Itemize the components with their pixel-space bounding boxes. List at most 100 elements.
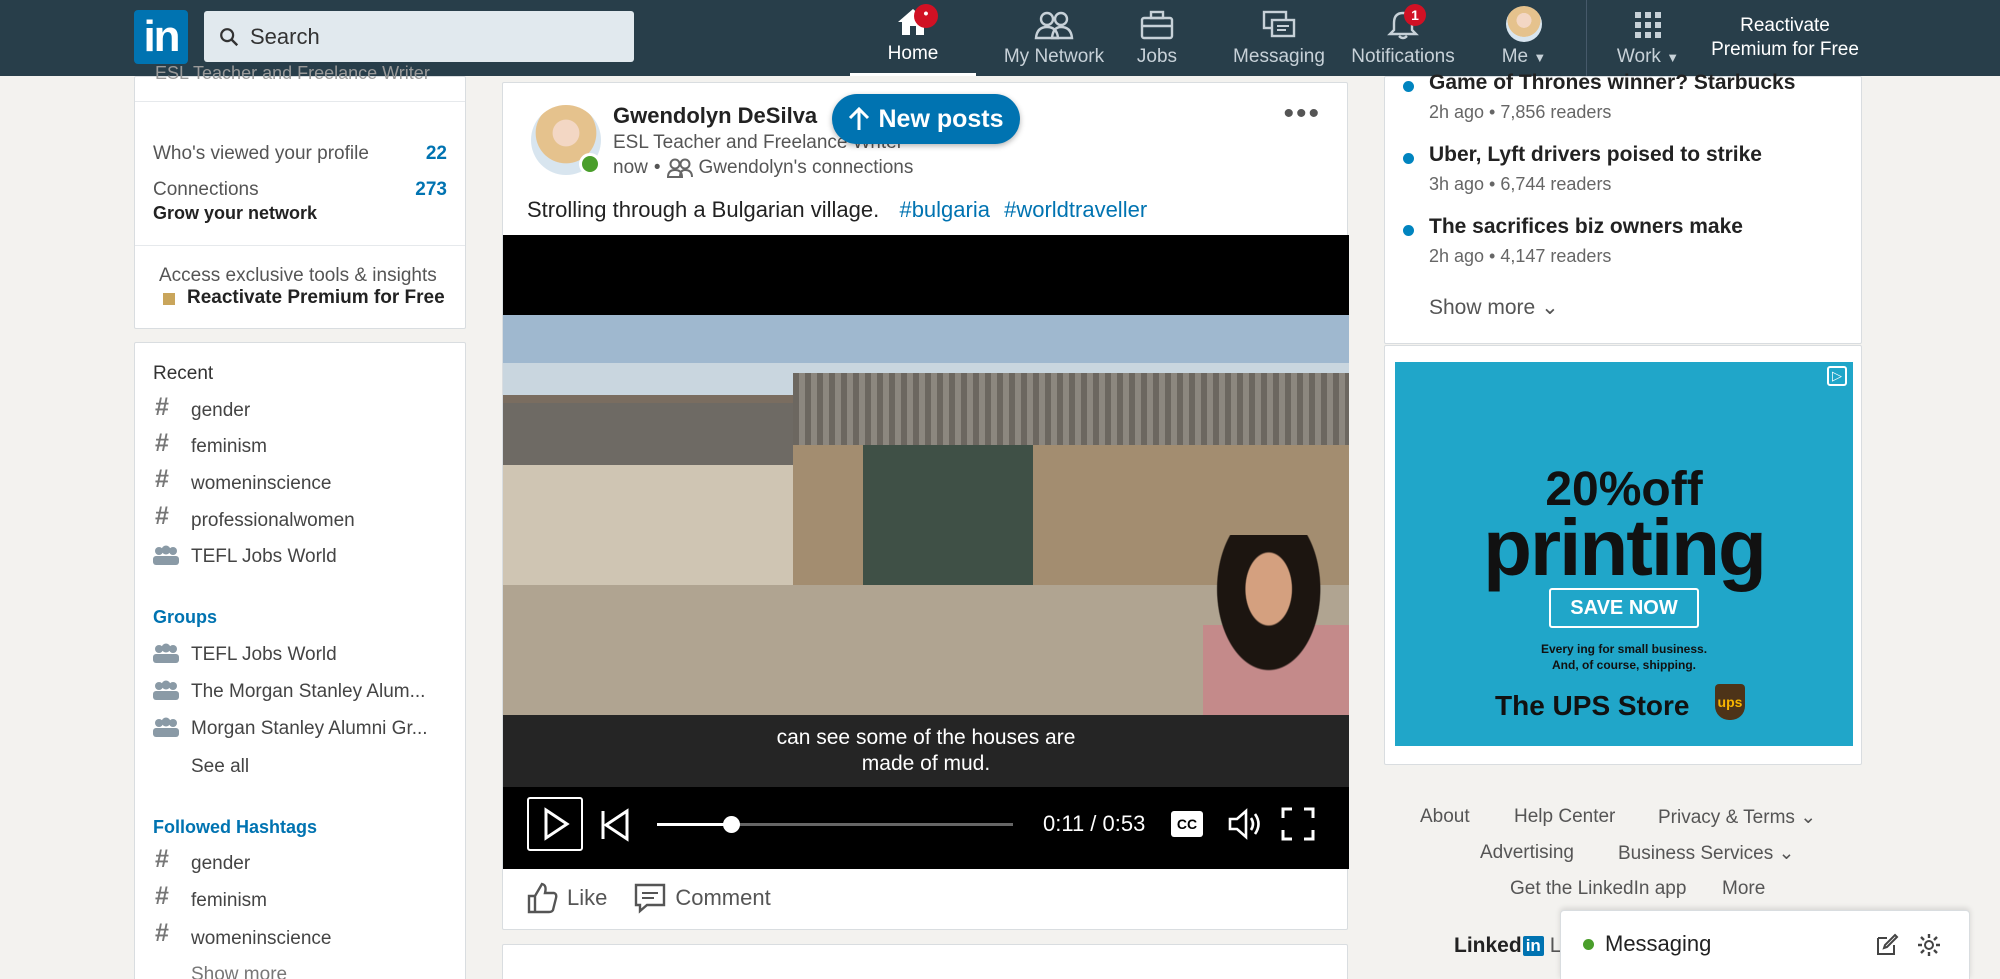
adchoices-icon[interactable]: ▷: [1827, 366, 1847, 386]
nav-my-network[interactable]: My Network: [976, 0, 1132, 76]
news-item-title[interactable]: Game of Thrones winner? Starbucks: [1429, 71, 1795, 95]
group-item[interactable]: Morgan Stanley Alumni Gr...: [191, 718, 428, 740]
ad-cta-button[interactable]: SAVE NOW: [1549, 588, 1699, 628]
connections-count[interactable]: 273: [415, 179, 447, 201]
volume-icon[interactable]: [1227, 807, 1265, 841]
connections-icon: [666, 158, 693, 178]
profile-views-count[interactable]: 22: [426, 143, 447, 165]
search-icon: [220, 27, 239, 46]
news-bullet: [1403, 81, 1414, 92]
recent-item[interactable]: gender: [191, 400, 250, 422]
recent-item[interactable]: feminism: [191, 436, 267, 458]
recent-item[interactable]: womeninscience: [191, 473, 331, 495]
footer-business-services[interactable]: Business Services ⌄: [1618, 842, 1794, 865]
hashtag-item[interactable]: feminism: [191, 890, 267, 912]
notifications-badge: 1: [1404, 4, 1426, 26]
nav-notifications-label: Notifications: [1351, 46, 1455, 67]
video-progress-bar[interactable]: [657, 816, 1013, 833]
new-posts-button[interactable]: New posts: [832, 94, 1020, 144]
followed-hashtags-title[interactable]: Followed Hashtags: [153, 817, 317, 838]
messaging-dock-label: Messaging: [1605, 931, 1712, 956]
nav-avatar: [1506, 6, 1542, 42]
footer-advertising[interactable]: Advertising: [1480, 842, 1574, 864]
hashtag-link[interactable]: #worldtraveller: [1004, 197, 1147, 222]
connections-link[interactable]: Connections: [153, 179, 259, 201]
skip-back-icon[interactable]: [597, 807, 631, 843]
comment-button[interactable]: Comment: [633, 882, 771, 914]
groups-title[interactable]: Groups: [153, 607, 217, 628]
post-overflow-menu[interactable]: •••: [1283, 97, 1321, 131]
search-input[interactable]: [250, 23, 610, 50]
premium-gold-icon: [163, 293, 175, 305]
nav-messaging[interactable]: Messaging: [1228, 0, 1330, 76]
linkedin-logo[interactable]: in: [134, 10, 188, 64]
play-button[interactable]: [527, 797, 583, 851]
news-bullet: [1403, 153, 1414, 164]
messaging-dock[interactable]: Messaging: [1560, 910, 1970, 979]
reactivate-premium-link[interactable]: Reactivate Premium for Free: [1700, 14, 1870, 62]
grow-network-link[interactable]: Grow your network: [153, 203, 317, 224]
group-icon: [153, 680, 179, 700]
linkedin-footer-logo: Linked in Li: [1454, 934, 1567, 957]
video-player[interactable]: can see some of the houses are made of m…: [503, 235, 1349, 869]
hashtag-icon: #: [155, 393, 169, 421]
chevron-down-icon: ⌄: [1800, 807, 1817, 828]
footer-get-app[interactable]: Get the LinkedIn app: [1510, 878, 1686, 900]
hashtag-link[interactable]: #bulgaria: [899, 197, 990, 222]
footer-privacy-terms[interactable]: Privacy & Terms ⌄: [1658, 806, 1816, 829]
video-scrubber-handle[interactable]: [722, 816, 740, 833]
footer-about[interactable]: About: [1420, 806, 1470, 828]
footer-more[interactable]: More: [1722, 878, 1765, 900]
post-author-name[interactable]: Gwendolyn DeSilva: [613, 103, 817, 129]
briefcase-icon: [1140, 10, 1174, 40]
like-button[interactable]: Like: [525, 881, 607, 915]
nav-me[interactable]: Me ▼: [1492, 0, 1556, 76]
post-visibility: Gwendolyn's connections: [698, 157, 914, 178]
closed-captions-button[interactable]: CC: [1171, 811, 1203, 837]
compose-icon[interactable]: [1875, 933, 1899, 957]
nav-work-label: Work ▼: [1616, 46, 1680, 67]
ad-panel: ▷ 20%off printing SAVE NOW Every ing for…: [1384, 345, 1862, 765]
profile-views-link[interactable]: Who's viewed your profile: [153, 143, 369, 165]
home-dot-badge: •: [914, 4, 938, 28]
see-all-groups-link[interactable]: See all: [191, 756, 249, 778]
show-more-news[interactable]: Show more ⌄: [1429, 295, 1559, 320]
profile-card: ESL Teacher and Freelance Writer Who's v…: [134, 63, 466, 329]
ad-tagline: And, of course, shipping.: [1552, 658, 1696, 672]
news-item-title[interactable]: The sacrifices biz owners make: [1429, 215, 1743, 239]
search-box[interactable]: [204, 11, 634, 62]
show-more-hashtags[interactable]: Show more: [191, 964, 287, 979]
nav-work[interactable]: Work ▼: [1608, 0, 1688, 76]
hashtag-icon: #: [155, 429, 169, 457]
hashtag-icon: #: [155, 845, 169, 873]
footer-help-center[interactable]: Help Center: [1514, 806, 1615, 828]
news-item-meta: 3h ago • 6,744 readers: [1429, 174, 1612, 194]
thumbs-up-icon: [527, 882, 558, 914]
post-actions: Like Comment: [525, 881, 771, 915]
news-item-title[interactable]: Uber, Lyft drivers poised to strike: [1429, 143, 1762, 167]
ups-ad[interactable]: ▷ 20%off printing SAVE NOW Every ing for…: [1395, 362, 1853, 746]
news-item-meta: 2h ago • 4,147 readers: [1429, 246, 1612, 266]
group-item[interactable]: TEFL Jobs World: [191, 644, 337, 666]
nav-home[interactable]: Home: [850, 0, 976, 76]
premium-prompt: Access exclusive tools & insights: [159, 265, 437, 286]
reactivate-premium-card-link[interactable]: Reactivate Premium for Free: [187, 287, 445, 309]
gear-icon[interactable]: [1917, 933, 1941, 957]
group-icon: [153, 545, 179, 565]
hashtag-item[interactable]: womeninscience: [191, 928, 331, 950]
nav-jobs[interactable]: Jobs: [1132, 0, 1182, 76]
nav-jobs-label: Jobs: [1136, 46, 1178, 67]
next-feed-post: [502, 944, 1348, 979]
group-icon: [153, 717, 179, 737]
arrow-up-icon: [849, 107, 870, 130]
hashtag-item[interactable]: gender: [191, 853, 250, 875]
recent-item[interactable]: professionalwomen: [191, 510, 355, 532]
grid-icon: [1635, 12, 1661, 38]
video-frame: [503, 315, 1349, 715]
ad-brand: The UPS Store: [1495, 690, 1690, 721]
fullscreen-icon[interactable]: [1281, 807, 1315, 841]
community-panel: Recent # gender # feminism # womeninscie…: [134, 342, 466, 979]
recent-item[interactable]: TEFL Jobs World: [191, 546, 337, 568]
group-item[interactable]: The Morgan Stanley Alum...: [191, 681, 425, 703]
nav-notifications[interactable]: Notifications: [1346, 0, 1460, 76]
